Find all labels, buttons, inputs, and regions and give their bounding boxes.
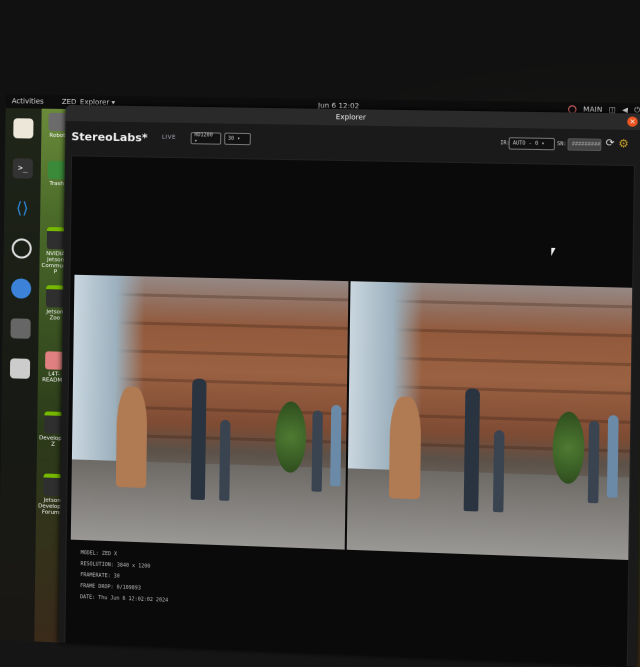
- plant: [552, 411, 585, 484]
- person: [191, 378, 207, 500]
- obs-icon[interactable]: [12, 238, 32, 258]
- chromium-icon[interactable]: [11, 278, 31, 298]
- person: [607, 415, 619, 498]
- left-camera-view: [71, 275, 349, 550]
- fps-select[interactable]: 30 ▾: [224, 133, 251, 146]
- sn-label: SN:: [557, 141, 567, 147]
- nvidia-icon: [47, 227, 65, 249]
- drive-icon[interactable]: [10, 358, 30, 379]
- stereo-view: [71, 275, 632, 560]
- mouse-cursor: [551, 248, 555, 256]
- person: [493, 430, 505, 512]
- trash-icon: [48, 161, 66, 179]
- desktop-icon-label: Robot: [49, 133, 65, 139]
- terminal-icon[interactable]: >_: [13, 158, 33, 178]
- desktop-icon-label: Trash: [49, 181, 64, 187]
- software-icon[interactable]: [10, 318, 30, 339]
- camera-preview-pane: MODEL: ZED X RESOLUTION: 3840 x 1200 FRA…: [64, 155, 635, 666]
- refresh-icon[interactable]: ⟳: [606, 138, 615, 149]
- person: [464, 388, 480, 511]
- serial-number-field: #########: [567, 138, 601, 151]
- person: [588, 421, 600, 504]
- pillar: [116, 386, 148, 488]
- pillar: [389, 396, 422, 499]
- right-camera-view: [347, 281, 632, 560]
- live-indicator: LIVE: [162, 135, 176, 141]
- activities-button[interactable]: Activities: [12, 97, 44, 105]
- floor: [71, 459, 346, 549]
- window-title: Explorer: [336, 113, 366, 122]
- camera-info-panel: MODEL: ZED X RESOLUTION: 3840 x 1200 FRA…: [80, 548, 169, 607]
- monitor-screen: Activities ZED_Explorer ▾ Jun 6 12:02 MA…: [0, 86, 640, 667]
- gear-icon[interactable]: ⚙: [618, 137, 629, 151]
- vscode-icon[interactable]: ⟨⟩: [12, 198, 32, 218]
- ir-select[interactable]: AUTO - 0 ▾: [509, 137, 555, 150]
- nvidia-icon: [43, 473, 61, 496]
- brand-label: StereoLabs*: [71, 130, 148, 144]
- plant: [275, 401, 307, 473]
- folder-icon: [45, 351, 63, 370]
- explorer-window: Explorer × StereoLabs* LIVE HD1200 ▾ 30 …: [58, 105, 640, 667]
- person: [219, 420, 230, 501]
- info-date: DATE: Thu Jun 6 12:02:02 2024: [80, 592, 168, 607]
- nvidia-icon: [46, 285, 64, 307]
- person: [330, 405, 341, 487]
- close-button[interactable]: ×: [627, 116, 638, 126]
- person: [311, 410, 322, 492]
- files-icon[interactable]: [13, 118, 33, 138]
- nvidia-icon: [44, 411, 62, 434]
- resolution-select[interactable]: HD1200 ▾: [190, 132, 221, 145]
- folder-icon: [48, 113, 66, 131]
- desktop-icon-label: Jetson Zoo: [46, 309, 63, 321]
